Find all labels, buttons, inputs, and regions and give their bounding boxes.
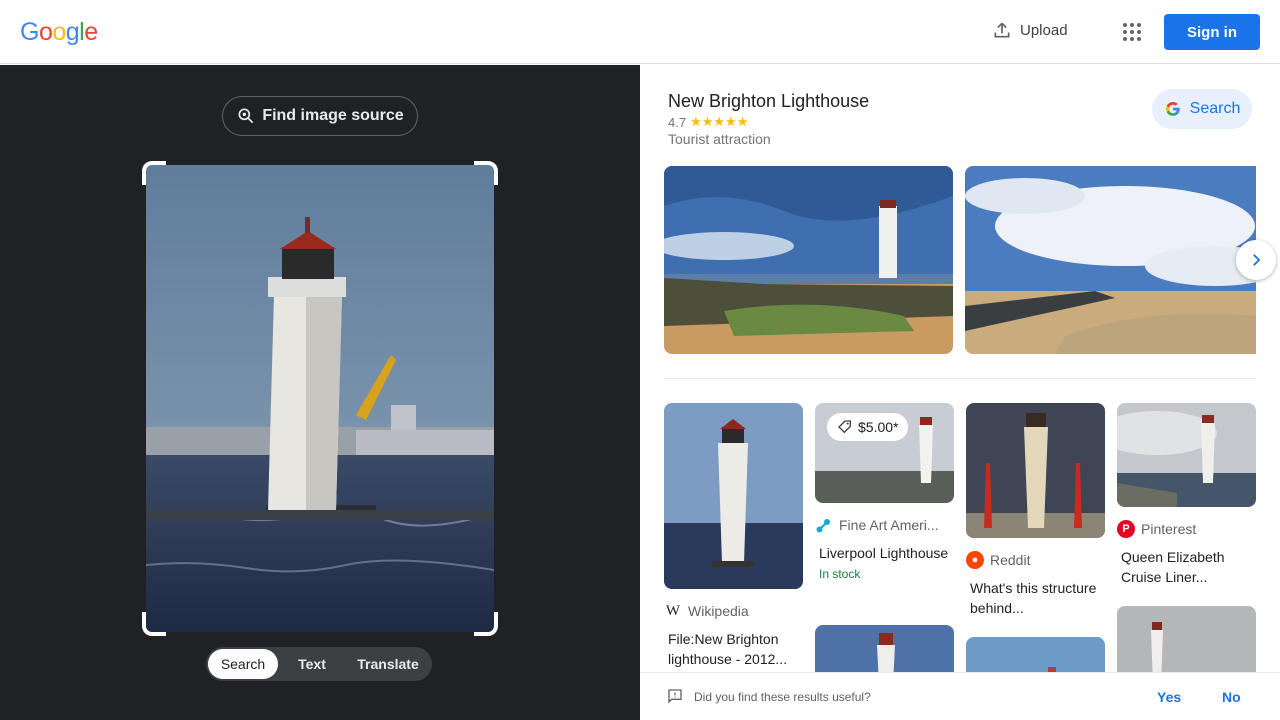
logo-letter: G <box>20 18 39 46</box>
crop-handle-top-right[interactable] <box>474 161 498 185</box>
upload-button[interactable]: Upload <box>992 20 1068 40</box>
result-source-name: Reddit <box>990 552 1031 568</box>
reddit-icon: ● <box>966 551 984 569</box>
result-title[interactable]: File:New Brighton lighthouse - 2012... <box>664 629 803 669</box>
result-title[interactable]: Liverpool Lighthouse <box>815 543 954 563</box>
top-bar: Google Upload Sign in <box>0 0 1280 64</box>
result-thumbnail[interactable] <box>664 403 803 589</box>
query-image[interactable] <box>146 165 494 632</box>
fine-art-america-icon <box>815 516 833 534</box>
chevron-right-icon <box>1253 254 1261 266</box>
feedback-yes-button[interactable]: Yes <box>1157 689 1181 705</box>
tab-text[interactable]: Text <box>278 649 346 679</box>
result-card[interactable]: W Wikipedia File:New Brighton lighthouse… <box>664 403 803 669</box>
google-logo[interactable]: Google <box>20 18 98 47</box>
tab-translate[interactable]: Translate <box>346 649 430 679</box>
result-source-name: Pinterest <box>1141 521 1197 537</box>
query-image-pane: Find image source Search Text Translate <box>0 65 640 720</box>
price-value: $5.00* <box>858 419 899 435</box>
pinterest-icon: P <box>1117 520 1135 538</box>
knowledge-panel-search-label: Search <box>1189 100 1241 117</box>
result-title[interactable]: Queen Elizabeth Cruise Liner... <box>1117 547 1256 587</box>
result-source[interactable]: W Wikipedia <box>664 602 803 620</box>
divider <box>664 378 1256 379</box>
feedback-icon <box>668 689 682 704</box>
crop-handle-bottom-right[interactable] <box>474 612 498 636</box>
knowledge-panel-image[interactable] <box>664 166 953 354</box>
logo-letter: g <box>65 18 80 46</box>
result-card[interactable]: P Pinterest Queen Elizabeth Cruise Liner… <box>1117 403 1256 587</box>
result-card[interactable]: ● Reddit What's this structure behind... <box>966 403 1105 618</box>
tab-search[interactable]: Search <box>208 649 278 679</box>
apps-grid-icon[interactable] <box>1120 20 1144 44</box>
find-image-source-label: Find image source <box>262 107 404 124</box>
wikipedia-icon: W <box>664 602 682 620</box>
upload-icon <box>994 22 1010 38</box>
result-source-name: Fine Art Ameri... <box>839 517 939 533</box>
knowledge-panel-title[interactable]: New Brighton Lighthouse <box>668 91 869 112</box>
price-tag: $5.00* <box>827 413 909 441</box>
result-thumbnail[interactable]: $5.00* <box>815 403 954 503</box>
price-tag-icon <box>838 420 851 434</box>
result-card[interactable]: $5.00* Fine Art Ameri... Liverpool Light… <box>815 403 954 581</box>
results-pane: New Brighton Lighthouse 4.7 ★★★★★ Touris… <box>640 65 1280 720</box>
lens-mode-tabs: Search Text Translate <box>206 647 432 681</box>
result-source[interactable]: ● Reddit <box>966 551 1105 569</box>
result-thumbnail[interactable] <box>966 403 1105 538</box>
knowledge-panel-image[interactable] <box>965 166 1256 354</box>
logo-letter: e <box>84 18 98 46</box>
crop-handle-bottom-left[interactable] <box>142 612 166 636</box>
find-image-source-button[interactable]: Find image source <box>222 96 418 136</box>
result-source-name: Wikipedia <box>688 603 749 619</box>
feedback-question: Did you find these results useful? <box>694 689 871 704</box>
rating-value: 4.7 <box>668 114 687 130</box>
logo-letter: o <box>38 18 53 46</box>
rating-stars-icon: ★★★★★ <box>690 114 749 129</box>
result-title[interactable]: What's this structure behind... <box>966 578 1105 618</box>
logo-letter: o <box>52 18 66 46</box>
sign-in-button[interactable]: Sign in <box>1164 14 1260 50</box>
feedback-bar: Did you find these results useful? Yes N… <box>640 672 1280 720</box>
stock-status: In stock <box>819 567 861 581</box>
result-thumbnail[interactable] <box>1117 403 1256 507</box>
google-g-icon <box>1165 102 1180 116</box>
feedback-no-button[interactable]: No <box>1222 689 1241 705</box>
upload-label: Upload <box>1020 21 1068 39</box>
knowledge-panel-search-button[interactable]: Search <box>1152 89 1252 129</box>
result-source[interactable]: Fine Art Ameri... <box>815 516 954 534</box>
lens-search-icon <box>238 108 254 124</box>
crop-handle-top-left[interactable] <box>142 161 166 185</box>
carousel-next-button[interactable] <box>1236 240 1276 280</box>
result-source[interactable]: P Pinterest <box>1117 520 1256 538</box>
place-type: Tourist attraction <box>668 131 771 147</box>
rating-row: 4.7 ★★★★★ <box>668 114 748 130</box>
